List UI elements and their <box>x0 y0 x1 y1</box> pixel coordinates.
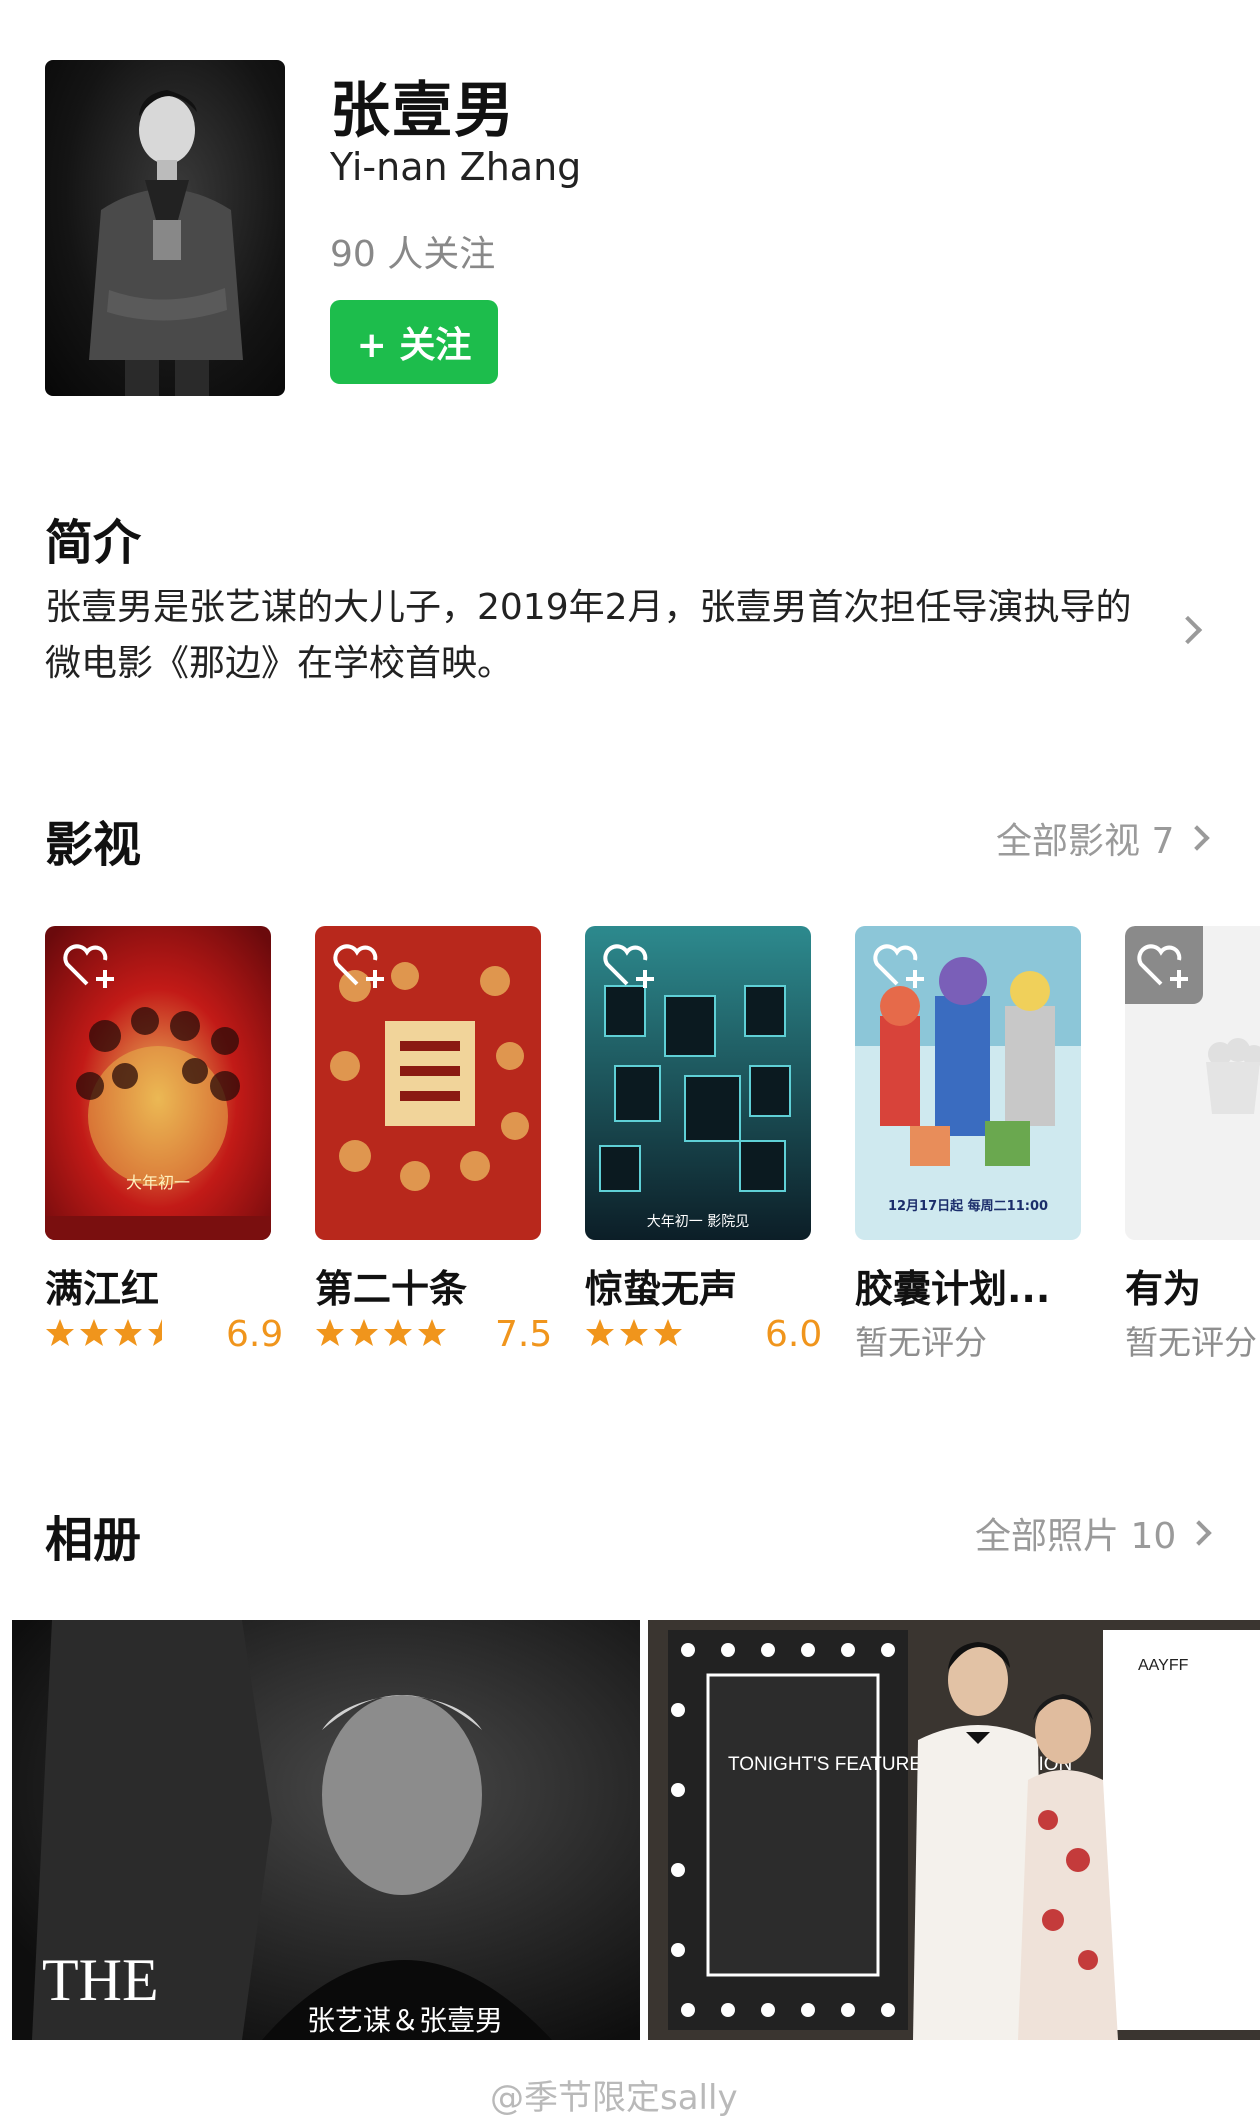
photo-caption-cn: 张艺谋＆张壹男 <box>307 2004 503 2037</box>
film-title[interactable]: 惊蛰无声 <box>585 1258 737 1313</box>
film-poster-1[interactable]: 大年初一 <box>45 926 271 1240</box>
chevron-right-icon <box>1186 1520 1212 1546</box>
follow-button[interactable]: + 关注 <box>330 300 498 384</box>
film-title[interactable]: 第二十条 <box>315 1258 467 1313</box>
star-icon <box>586 1319 614 1346</box>
popcorn-placeholder-icon <box>1206 1038 1260 1114</box>
poster-caption: 大年初一 <box>126 1173 190 1192</box>
banner-text: AAYFF <box>1138 1657 1189 1674</box>
film-poster-4[interactable]: 12月17日起 每周二11:00 <box>855 926 1081 1240</box>
photo-caption-en: THE <box>42 1947 159 2013</box>
poster-caption: 12月17日起 每周二11:00 <box>888 1198 1048 1214</box>
favorite-add-icon[interactable] <box>599 940 661 992</box>
chevron-right-icon[interactable] <box>1173 615 1203 645</box>
album-title: 相册 <box>45 1512 142 1568</box>
favorite-add-icon[interactable] <box>59 940 121 992</box>
star-icon <box>620 1319 648 1346</box>
all-photos-label: 全部照片 10 <box>975 1516 1177 1557</box>
all-photos-link[interactable]: 全部照片 10 <box>975 1507 1212 1559</box>
film-score: 6.9 <box>226 1314 284 1355</box>
intro-text[interactable]: 张壹男是张艺谋的大儿子，2019年2月，张壹男首次担任导演执导的微电影《那边》在… <box>45 580 1145 692</box>
film-title[interactable]: 有为 <box>1125 1258 1201 1313</box>
film-score: 6.0 <box>765 1314 823 1355</box>
follower-count: 90 人关注 <box>330 234 496 275</box>
avatar[interactable] <box>45 60 285 396</box>
star-icon <box>418 1319 446 1346</box>
star-icon <box>46 1319 74 1346</box>
album-photo-2[interactable]: TONIGHT'S FEATURE PRESENTATION AAYFF <box>648 1620 1260 2040</box>
star-rating <box>45 1318 177 1348</box>
film-score: 7.5 <box>495 1314 553 1355</box>
star-icon <box>80 1319 108 1346</box>
film-no-score: 暂无评分 <box>855 1323 987 1362</box>
star-icon <box>114 1319 142 1346</box>
favorite-add-icon[interactable] <box>329 940 391 992</box>
film-no-score: 暂无评分 <box>1125 1323 1257 1362</box>
album-photo-1[interactable]: THE 张艺谋＆张壹男 <box>12 1620 640 2040</box>
film-poster-3[interactable]: 大年初一 影院见 <box>585 926 811 1240</box>
watermark: @季节限定sally <box>490 2078 738 2118</box>
films-title: 影视 <box>45 817 142 873</box>
all-films-link[interactable]: 全部影视 7 <box>996 812 1211 864</box>
star-icon <box>350 1319 378 1346</box>
person-name: 张壹男 <box>330 76 516 146</box>
star-icon <box>384 1319 412 1346</box>
person-english-name: Yi-nan Zhang <box>330 145 582 189</box>
star-icon <box>316 1319 344 1346</box>
star-rating <box>315 1318 447 1348</box>
star-icon <box>148 1319 162 1346</box>
film-poster-5[interactable] <box>1125 926 1260 1240</box>
star-icon <box>654 1319 682 1346</box>
favorite-add-icon[interactable] <box>869 940 931 992</box>
intro-title: 简介 <box>45 515 142 571</box>
chevron-right-icon <box>1184 825 1211 851</box>
all-films-label: 全部影视 7 <box>996 821 1175 862</box>
film-title[interactable]: 胶囊计划... <box>855 1258 1050 1313</box>
star-rating <box>585 1318 683 1348</box>
film-title[interactable]: 满江红 <box>45 1258 159 1313</box>
film-poster-2[interactable] <box>315 926 541 1240</box>
poster-caption: 大年初一 影院见 <box>647 1213 749 1230</box>
favorite-add-icon[interactable] <box>1133 940 1195 992</box>
